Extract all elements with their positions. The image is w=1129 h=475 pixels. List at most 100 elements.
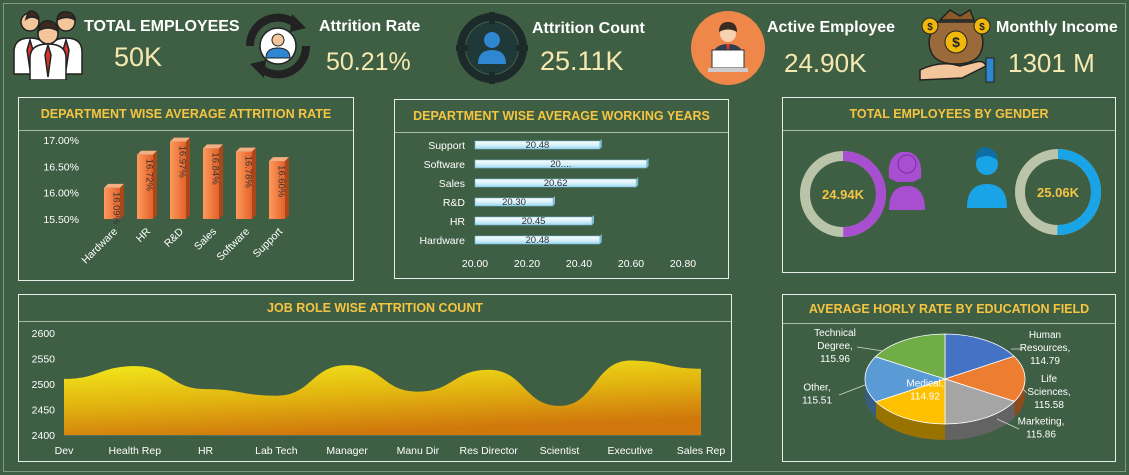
y-tick-label: 17.00% (43, 135, 79, 147)
y-tick-label: 2600 (32, 328, 56, 340)
education-chart: Human Resources, 114.79 Life Sciences, 115.58… (802, 328, 1071, 441)
job-role-panel: JOB ROLE WISE ATTRITION COUNT 2600 2550 25… (18, 294, 732, 462)
working-years-data-label: 20.48 (526, 235, 550, 246)
person-target-icon (456, 12, 528, 84)
kpi-label: Attrition Rate (319, 18, 421, 35)
employees-group-icon (13, 10, 83, 80)
attrition-rate-title: DEPARTMENT WISE AVERAGE ATTRITION RATE (19, 98, 353, 131)
x-tick-label: Scientist (540, 445, 580, 457)
kpi-value: 25.11K (540, 46, 624, 76)
y-tick-label: 2550 (32, 354, 56, 366)
kpi-total-employees: TOTAL EMPLOYEES 50K (6, 6, 240, 86)
working-years-chart: Support 20.48 Software 20.... Sales 20.62 R&D 2… (419, 139, 696, 270)
attrition-data-label: 16.60% (275, 165, 286, 198)
working-years-data-label: 20.48 (526, 140, 550, 151)
pie-data-label: Marketing, 115.86 (1018, 417, 1065, 441)
working-years-data-label: 20.... (550, 159, 571, 170)
pie-data-label: Human Resources, 114.79 (1020, 330, 1071, 367)
x-tick-label: Support (251, 226, 286, 261)
kpi-active-employee: Active Employee 24.90K (686, 6, 916, 86)
y-tick-label: 2400 (32, 430, 56, 442)
pie-data-label: Life Sciences, 115.58 (1027, 374, 1070, 411)
y-tick-label: Hardware (419, 235, 465, 247)
x-tick-label: 20.40 (566, 258, 592, 270)
attrition-area (64, 360, 701, 435)
working-years-bar-side (636, 177, 639, 187)
job-role-title: JOB ROLE WISE ATTRITION COUNT (19, 295, 731, 322)
kpi-value: 50K (114, 42, 163, 72)
working-years-bar-side (599, 139, 602, 149)
svg-text:$: $ (979, 22, 985, 33)
y-tick-label: R&D (443, 197, 466, 209)
donut-data-label: 25.06K (1037, 185, 1080, 200)
y-tick-label: 15.50% (43, 214, 79, 226)
person-laptop-icon (691, 11, 765, 85)
kpi-attrition-rate: Attrition Rate 50.21% (236, 6, 456, 86)
working-years-bar-side (599, 234, 602, 244)
working-years-data-label: 20.45 (522, 216, 546, 227)
kpi-attrition-count: Attrition Count 25.11K (456, 6, 686, 86)
attrition-rate-panel: DEPARTMENT WISE AVERAGE ATTRITION RATE 1… (18, 97, 354, 281)
kpi-value: 24.90K (784, 48, 867, 78)
female-icon (888, 152, 925, 210)
x-tick-label: Hardware (79, 226, 120, 267)
money-hand-icon: $ $ $ (919, 8, 995, 83)
pie-leader-line (856, 346, 884, 352)
kpi-value: 1301 M (1008, 48, 1095, 78)
working-years-title: DEPARTMENT WISE AVERAGE WORKING YEARS (395, 100, 728, 133)
x-tick-label: Health Rep (109, 445, 162, 457)
working-years-bar-side (646, 158, 649, 168)
kpi-label: TOTAL EMPLOYEES (84, 18, 240, 35)
x-tick-label: HR (134, 225, 154, 245)
svg-text:$: $ (927, 22, 933, 33)
kpi-label: Active Employee (767, 19, 896, 36)
x-tick-label: R&D (162, 225, 186, 249)
attrition-data-label: 16.72% (143, 159, 154, 192)
x-tick-label: Executive (607, 445, 653, 457)
gender-panel: TOTAL EMPLOYEES BY GENDER 24.94K 25.06K (782, 97, 1116, 273)
x-tick-label: 20.80 (670, 258, 696, 270)
attrition-rate-chart: 17.00% 16.50% 16.00% 15.50% 16.09%Hardware 16… (43, 135, 289, 267)
y-tick-label: Sales (439, 178, 465, 190)
x-tick-label: Lab Tech (255, 445, 298, 457)
y-tick-label: HR (450, 216, 466, 228)
attrition-data-label: 16.84% (209, 152, 220, 185)
x-tick-label: Res Director (459, 445, 518, 457)
x-tick-label: Sales (192, 226, 219, 253)
kpi-value: 50.21% (326, 48, 411, 76)
male-icon (967, 147, 1007, 208)
y-tick-label: 2500 (32, 379, 56, 391)
pie-leader-line (838, 384, 866, 396)
donut-data-label: 24.94K (822, 187, 865, 202)
education-panel: AVERAGE HORLY RATE BY EDUCATION FIELD Hu… (782, 294, 1116, 462)
x-tick-label: Dev (55, 445, 74, 457)
attrition-data-label: 16.78% (242, 156, 253, 189)
x-tick-label: 20.00 (462, 258, 488, 270)
kpi-label: Monthly Income (996, 19, 1118, 36)
pie-data-label: Technical Degree, 115.96 (814, 328, 856, 365)
y-tick-label: Support (428, 140, 465, 152)
education-title: AVERAGE HORLY RATE BY EDUCATION FIELD (783, 295, 1115, 324)
y-tick-label: 16.50% (43, 161, 79, 173)
working-years-panel: DEPARTMENT WISE AVERAGE WORKING YEARS Su… (394, 99, 729, 279)
working-years-data-label: 20.30 (502, 197, 526, 208)
x-tick-label: Sales Rep (677, 445, 726, 457)
kpi-label: Attrition Count (532, 20, 645, 37)
working-years-bar-side (592, 215, 594, 225)
x-tick-label: Manager (326, 445, 368, 457)
attrition-data-label: 16.97% (176, 146, 187, 179)
working-years-bar-side (553, 196, 555, 206)
attrition-data-label: 16.09% (110, 192, 121, 225)
x-tick-label: Software (214, 226, 252, 264)
kpi-monthly-income: $ $ $ Monthly Income 1301 M (916, 6, 1126, 86)
person-cycle-icon (245, 13, 311, 79)
y-tick-label: Software (424, 159, 466, 171)
x-tick-label: Manu Dir (397, 445, 440, 457)
x-tick-label: 20.20 (514, 258, 540, 270)
x-tick-label: 20.60 (618, 258, 644, 270)
pie-data-label: Other, 115.51 (802, 383, 832, 407)
svg-text:$: $ (952, 34, 960, 50)
gender-title: TOTAL EMPLOYEES BY GENDER (783, 98, 1115, 131)
job-role-chart: 2600 2550 2500 2450 2400 Dev Health Rep HR Lab T… (32, 328, 726, 457)
y-tick-label: 16.00% (43, 188, 79, 200)
